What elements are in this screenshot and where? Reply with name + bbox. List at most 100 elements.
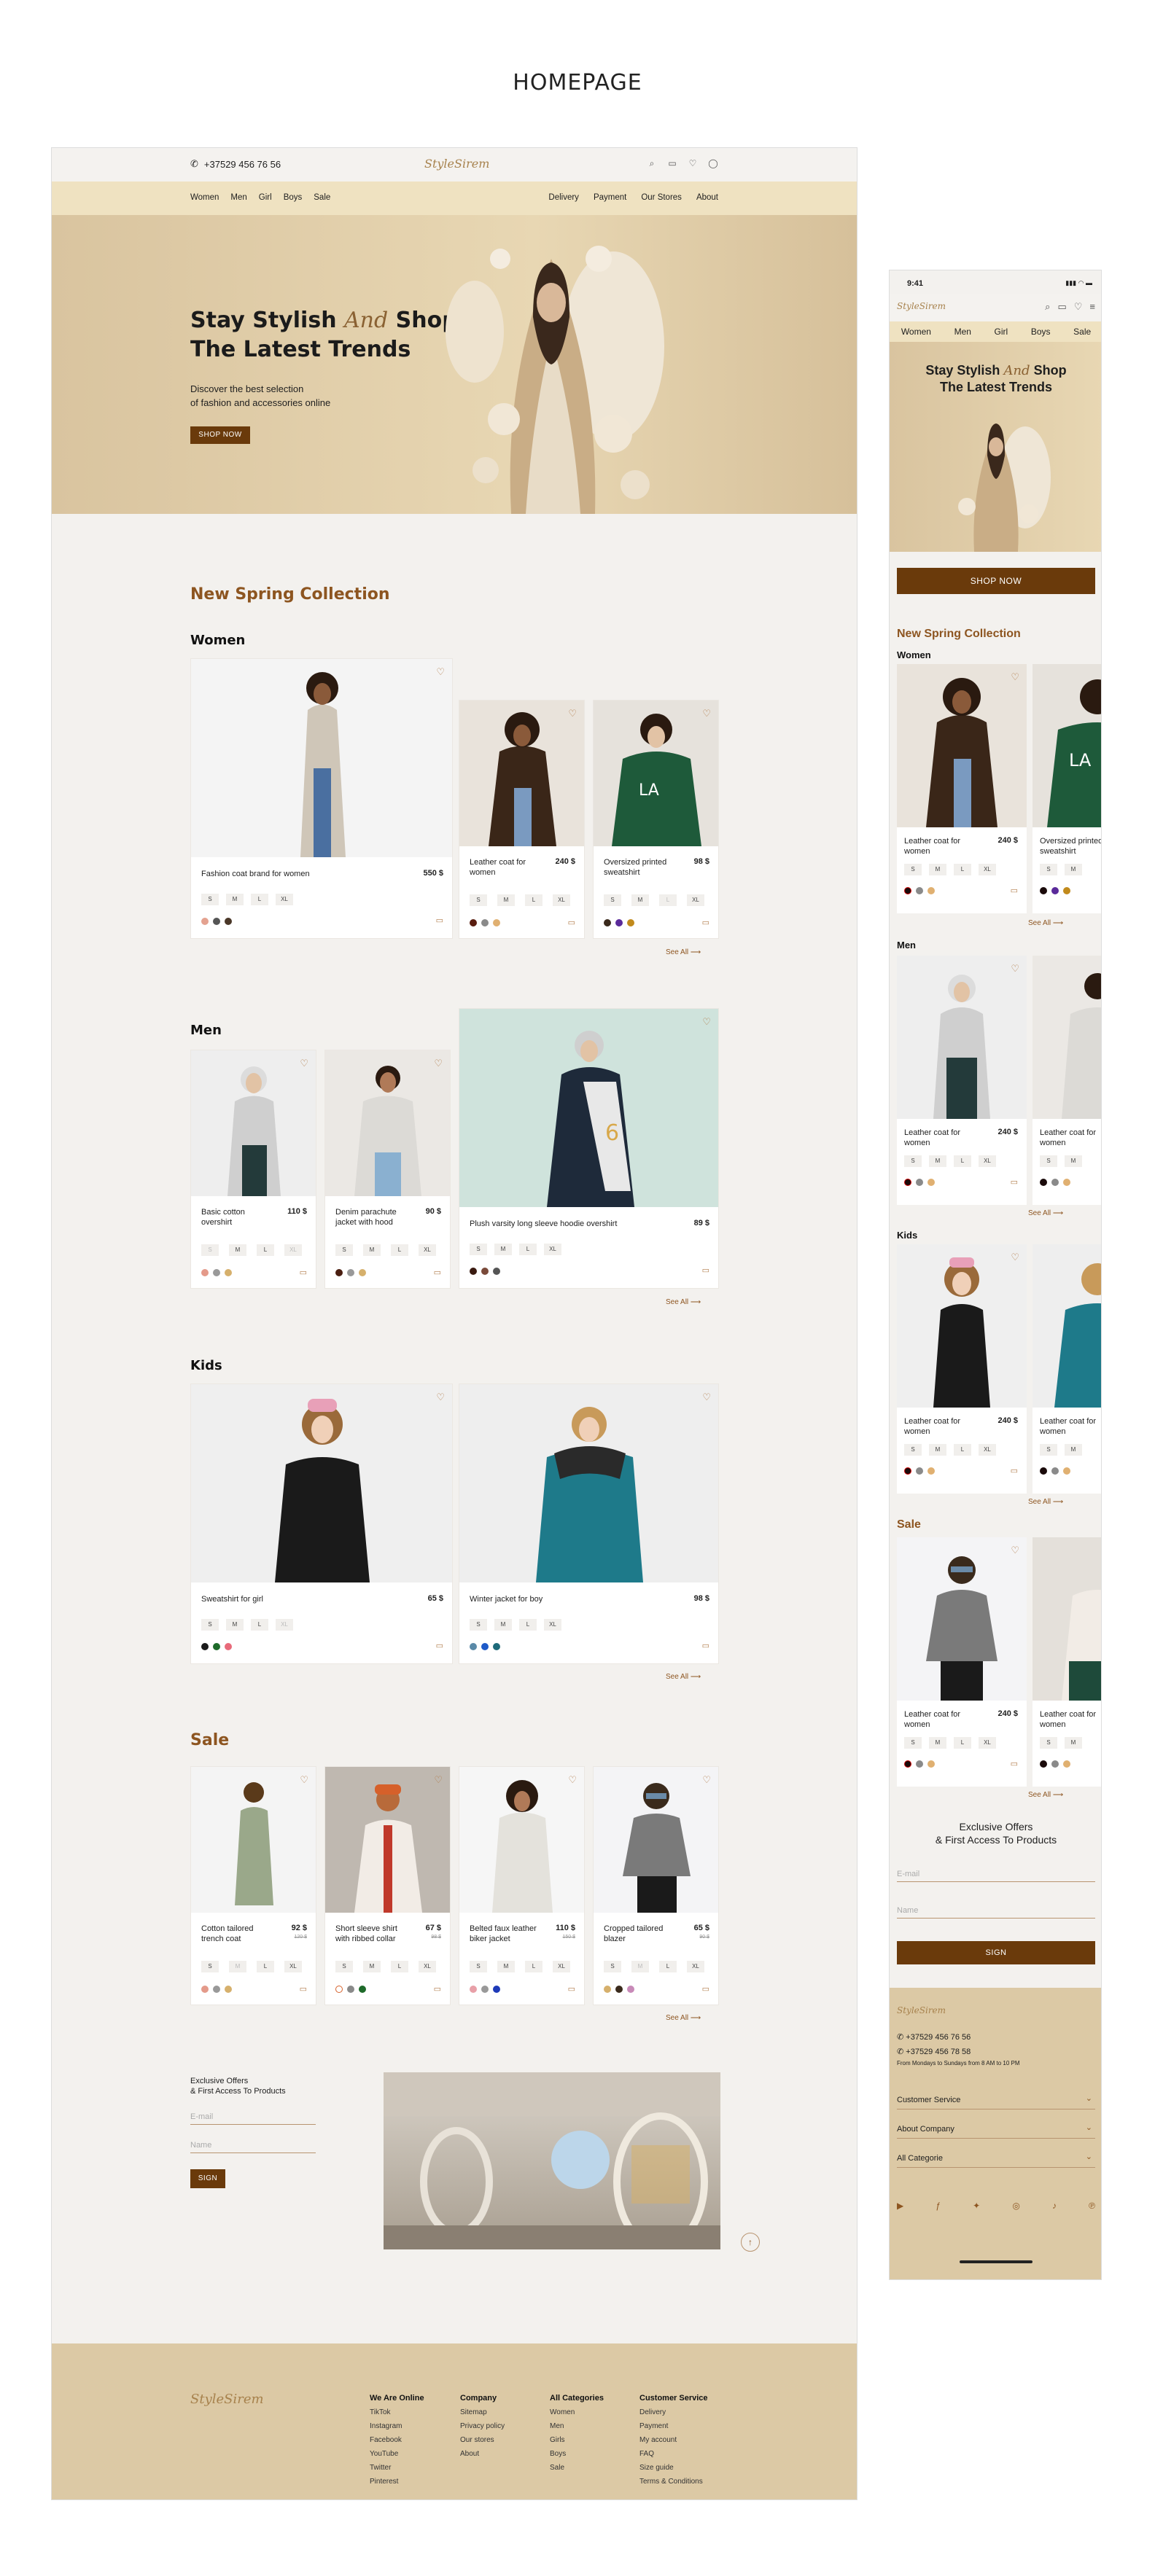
color-swatch[interactable] [225,1269,232,1276]
favorite-heart-icon[interactable]: ♡ [300,1774,308,1786]
footer-link[interactable]: Twitter [370,2461,424,2475]
size-option[interactable]: M [929,864,946,875]
color-swatch[interactable] [916,1467,923,1475]
see-all-kids-link[interactable]: See All [666,1673,701,1681]
footer-link[interactable]: Girls [550,2433,604,2447]
color-swatch[interactable] [470,1986,477,1993]
facebook-icon[interactable]: ƒ [936,2201,941,2211]
nav-girl[interactable]: Girl [995,327,1008,337]
favorite-heart-icon[interactable]: ♡ [702,1774,711,1786]
add-to-bag-icon[interactable]: ▭ [1011,886,1018,895]
nav-delivery[interactable]: Delivery [548,193,579,202]
size-option[interactable]: XL [979,1737,996,1749]
size-option[interactable]: S [470,1244,487,1255]
product-card[interactable]: ♡ Leather coat for women 240 $ S M L XL ▭ [897,664,1027,913]
search-icon[interactable]: ⌕ [1045,301,1050,313]
size-option[interactable]: M [1065,1737,1082,1749]
color-swatch[interactable] [1051,887,1059,894]
size-option[interactable]: M [929,1444,946,1456]
color-swatch[interactable] [470,919,477,926]
size-option[interactable]: L [251,1619,268,1631]
product-card[interactable]: ♡ Leather coat for women 240 $ S M L XL ▭ [897,956,1027,1205]
add-to-bag-icon[interactable]: ▭ [436,916,443,925]
size-option[interactable]: L [391,1244,408,1256]
color-swatch[interactable] [213,1269,220,1276]
color-swatch[interactable] [347,1269,354,1276]
size-option[interactable]: XL [544,1619,561,1631]
add-to-bag-icon[interactable]: ▭ [300,1984,307,1994]
size-option[interactable]: L [257,1961,274,1972]
size-option[interactable]: M [497,1961,515,1972]
scroll-top-icon[interactable]: ↑ [741,2233,760,2252]
size-option[interactable]: M [929,1155,946,1167]
footer-link[interactable]: YouTube [370,2447,424,2461]
pinterest-icon[interactable]: ℗ [1089,2201,1095,2211]
favorite-heart-icon[interactable]: ♡ [568,708,577,719]
size-option[interactable]: XL [284,1244,302,1256]
footer-link[interactable]: Facebook [370,2433,424,2447]
color-swatch[interactable] [359,1986,366,1993]
size-option[interactable]: M [494,1244,512,1255]
add-to-bag-icon[interactable]: ▭ [702,1984,709,1994]
color-swatch[interactable] [604,919,611,926]
size-option[interactable]: XL [979,864,996,875]
footer-logo[interactable]: StyleSirem [190,2392,264,2407]
favorite-heart-icon[interactable]: ♡ [702,1392,711,1403]
favorite-heart-icon[interactable]: ♡ [436,666,445,678]
size-option[interactable]: S [335,1961,353,1972]
product-card[interactable]: ♡ Denim parachute jacket with hood 90 $ … [324,1050,451,1289]
size-option[interactable]: XL [687,894,704,906]
product-card[interactable]: ♡ Basic cotton overshirt 110 $ S M L XL ▭ [190,1050,316,1289]
color-swatch[interactable] [615,1986,623,1993]
color-swatch[interactable] [1051,1467,1059,1475]
footer-link[interactable]: Sale [550,2461,604,2475]
favorite-heart-icon[interactable]: ♡ [1011,671,1019,683]
color-swatch[interactable] [335,1986,343,1993]
add-to-bag-icon[interactable]: ▭ [702,1265,709,1275]
footer-link[interactable]: Sitemap [460,2405,505,2419]
color-swatch[interactable] [225,1643,232,1650]
size-option[interactable]: M [1065,1155,1082,1167]
favorite-heart-icon[interactable]: ♡ [1011,963,1019,975]
size-option[interactable]: XL [553,894,570,906]
color-swatch[interactable] [1063,1467,1070,1475]
color-swatch[interactable] [1063,887,1070,894]
search-icon[interactable]: ⌕ [647,158,657,168]
favorite-heart-icon[interactable]: ♡ [1011,1252,1019,1263]
accordion-all-categorie[interactable]: All Categorie [897,2152,1095,2168]
color-swatch[interactable] [904,1760,911,1768]
size-option[interactable]: S [201,1619,219,1631]
size-option[interactable]: M [929,1737,946,1749]
footer-phone[interactable]: ✆ +37529 456 76 56 [897,2030,1020,2045]
color-swatch[interactable] [493,919,500,926]
color-swatch[interactable] [615,919,623,926]
color-swatch[interactable] [916,887,923,894]
nav-boys[interactable]: Boys [1031,327,1051,337]
product-card[interactable]: ♡ Sweatshirt for girl 65 $ S M L XL ▭ [190,1383,453,1664]
see-all-men-link[interactable]: See All [666,1298,701,1306]
size-option[interactable]: S [335,1244,353,1256]
bag-icon[interactable]: ▭ [1057,301,1066,313]
color-swatch[interactable] [335,1269,343,1276]
product-card[interactable]: ♡ Leather coat for women 240 $ S M L XL ▭ [459,700,585,939]
accordion-about-company[interactable]: About Company [897,2123,1095,2139]
color-swatch[interactable] [225,918,232,925]
size-option[interactable]: L [525,1961,542,1972]
see-all-sale-link[interactable]: See All [666,2014,701,2022]
favorite-heart-icon[interactable]: ♡ [300,1058,308,1069]
size-option[interactable]: S [470,1961,487,1972]
size-option[interactable]: XL [979,1444,996,1456]
size-option[interactable]: S [904,1737,922,1749]
size-option[interactable]: S [1040,1444,1057,1456]
add-to-bag-icon[interactable]: ▭ [1011,1759,1018,1768]
product-card[interactable]: ♡ Leather coat for women SM [1032,956,1101,1205]
size-option[interactable]: XL [276,1619,293,1631]
see-all-sale-link[interactable]: See All [1028,1791,1063,1799]
color-swatch[interactable] [1063,1760,1070,1768]
product-card[interactable]: ♡ Leather coat for women 240 $ S M L XL ▭ [897,1244,1027,1494]
footer-link[interactable]: Payment [639,2419,708,2433]
product-card[interactable]: 6 ♡ Plush varsity long sleeve hoodie ove… [459,1008,719,1289]
nav-men[interactable]: Men [230,193,246,202]
footer-link[interactable]: Women [550,2405,604,2419]
color-swatch[interactable] [1051,1760,1059,1768]
